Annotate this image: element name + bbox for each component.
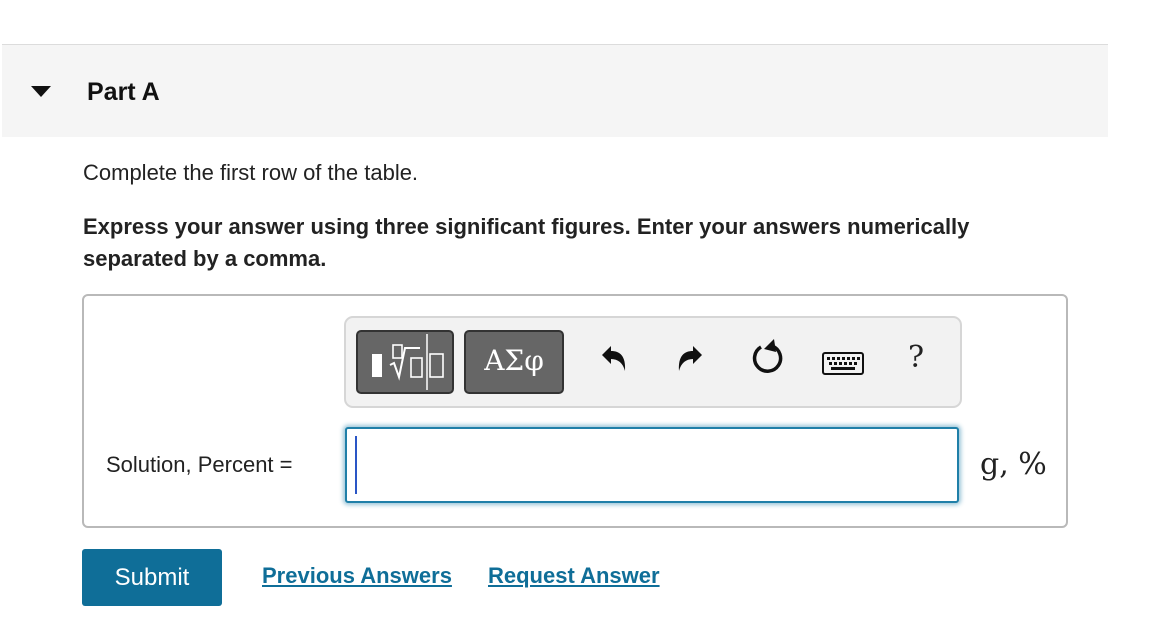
templates-button[interactable]	[356, 330, 454, 394]
reset-icon[interactable]	[749, 338, 787, 376]
redo-icon[interactable]	[674, 342, 708, 376]
question-prompt: Complete the first row of the table.	[83, 160, 419, 185]
greek-symbols-button[interactable]: ΑΣφ	[464, 330, 564, 394]
text-cursor	[355, 436, 357, 494]
math-toolbar: ΑΣφ ?	[344, 316, 962, 408]
keyboard-icon[interactable]	[822, 352, 864, 376]
templates-icon	[372, 334, 444, 390]
collapse-caret-icon[interactable]	[31, 86, 51, 97]
greek-symbols-label: ΑΣφ	[484, 344, 544, 377]
part-header[interactable]	[2, 45, 1108, 137]
answer-units: g, %	[980, 447, 1047, 482]
part-title: Part A	[87, 78, 160, 106]
answer-input[interactable]	[345, 427, 959, 503]
answer-label: Solution, Percent =	[106, 452, 293, 477]
undo-icon[interactable]	[596, 342, 630, 376]
help-button[interactable]: ?	[908, 340, 924, 375]
question-instructions: Express your answer using three signific…	[83, 214, 970, 271]
previous-answers-link[interactable]: Previous Answers	[262, 563, 452, 589]
request-answer-link[interactable]: Request Answer	[488, 563, 660, 589]
submit-button[interactable]: Submit	[82, 549, 222, 606]
